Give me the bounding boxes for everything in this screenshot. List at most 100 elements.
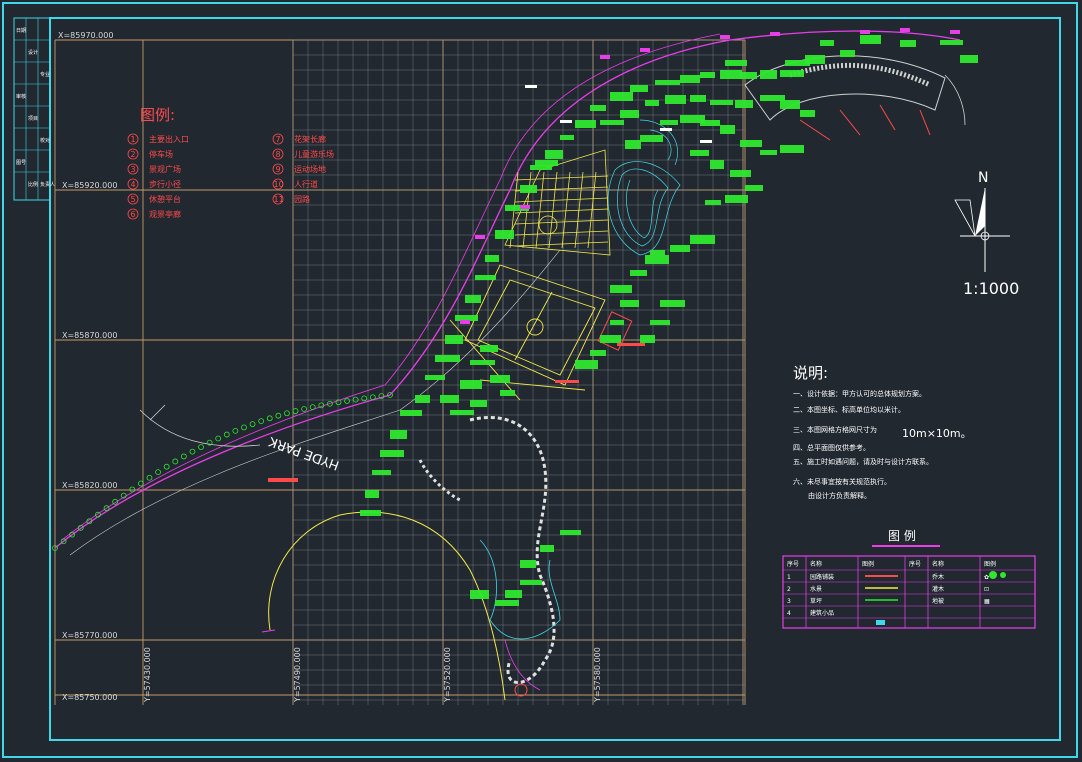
legend-item-label: 休憩平台 bbox=[149, 194, 181, 204]
title-block-cell: 审核 bbox=[16, 93, 26, 100]
symbol-table-header: 名称 bbox=[932, 560, 944, 568]
legend-item-number: 7 bbox=[276, 135, 281, 144]
legend-item-label: 主要出入口 bbox=[149, 134, 189, 144]
title-block-cell: 图号 bbox=[16, 160, 26, 166]
site-plan[interactable]: HYDE PARK bbox=[52, 28, 979, 701]
note-line: 四、总平面图仅供参考。 bbox=[793, 443, 870, 452]
legend-item-number: 11 bbox=[274, 195, 284, 204]
title-block-cell: 项目 bbox=[28, 116, 38, 122]
x-coordinate-label: X=85970.000 bbox=[58, 31, 113, 40]
symbol-table-cell: ✿ bbox=[984, 574, 989, 581]
symbol-table-header: 图例 bbox=[984, 560, 996, 568]
legend-item-label: 景观广场 bbox=[149, 164, 181, 174]
title-block-cell: 负责人 bbox=[40, 181, 55, 188]
y-coordinate-label: Y=57430.000 bbox=[143, 647, 152, 703]
legend-title: 图例: bbox=[140, 106, 175, 124]
y-coordinate-label: Y=57490.000 bbox=[293, 647, 302, 703]
legend-item: 1 主要出入口 bbox=[127, 133, 189, 145]
legend-item: 11 园路 bbox=[272, 193, 310, 205]
legend-item-number: 9 bbox=[276, 165, 281, 174]
legend-item: 8 儿童游乐场 bbox=[272, 148, 334, 160]
vegetation-layer bbox=[52, 28, 978, 606]
title-block-cell: 比例 bbox=[28, 181, 38, 188]
x-coordinate-label: X=85770.000 bbox=[62, 631, 117, 640]
cad-drawing-canvas[interactable]: 日期设计专业审核项目校对图号比例 负责人 X=85970.000 X=85920.0… bbox=[0, 0, 1082, 762]
boundary-arc bbox=[268, 511, 506, 701]
legend-item-number: 5 bbox=[131, 195, 136, 204]
legend-panel: 图例: 1 主要出入口 2 停车场 3 景观广场 4 步行小径 5 休憩平台 6 观景亭廊 7 花架长廊 8… bbox=[127, 106, 334, 220]
legend-item-label: 运动场地 bbox=[294, 164, 326, 174]
notes-title: 说明: bbox=[793, 364, 828, 382]
y-coordinate-label: Y=57580.000 bbox=[593, 647, 602, 703]
symbol-table-cell: 2 bbox=[787, 586, 791, 593]
x-coordinate-label: X=85870.000 bbox=[62, 331, 117, 340]
symbol-table-cell: 草坪 bbox=[810, 597, 822, 605]
legend-item-number: 2 bbox=[131, 150, 136, 159]
symbol-table-title: 图 例 bbox=[888, 529, 916, 543]
symbol-table-header: 名称 bbox=[810, 560, 822, 568]
coordinate-labels: X=85970.000 X=85920.000 X=85870.000 X=85820… bbox=[58, 31, 602, 703]
symbol-table-cell: 灌木 bbox=[932, 585, 944, 593]
legend-item-number: 1 bbox=[131, 135, 136, 144]
legend-item-label: 人行道 bbox=[294, 179, 318, 189]
notes-panel: 说明: 一、设计依据：甲方认可的总体规划方案。二、本图坐标、标高单位均以米计。三… bbox=[793, 364, 972, 500]
north-arrow: N 1:1000 bbox=[954, 170, 1019, 298]
symbol-table-header: 序号 bbox=[909, 560, 921, 568]
legend-item-label: 儿童游乐场 bbox=[294, 149, 334, 159]
legend-item: 10 人行道 bbox=[272, 178, 318, 190]
boundary-arc-end bbox=[261, 629, 276, 633]
legend-item: 6 观景亭廊 bbox=[127, 208, 181, 220]
fountain[interactable] bbox=[514, 683, 528, 697]
legend-item-number: 4 bbox=[131, 180, 136, 189]
legend-item: 9 运动场地 bbox=[272, 163, 326, 175]
note-line: 五、施工时如遇问题，请及时与设计方联系。 bbox=[793, 457, 933, 466]
grid-size-note: 10m×10m。 bbox=[902, 427, 972, 440]
road-branch-end bbox=[149, 404, 166, 421]
title-block: 日期设计专业审核项目校对图号比例 负责人 bbox=[13, 17, 55, 201]
note-line: 三、本图网格方格网尺寸为 bbox=[793, 425, 877, 434]
symbol-table-cell: 水景 bbox=[810, 585, 822, 593]
note-line: 六、未尽事宜按有关规范执行。 bbox=[793, 477, 891, 486]
symbol-table-header: 序号 bbox=[787, 560, 799, 568]
title-block-cell: 专业 bbox=[40, 71, 50, 78]
symbol-table-header: 图例 bbox=[862, 560, 874, 568]
symbol-table-cell: 地被 bbox=[932, 597, 944, 605]
legend-item-label: 观景亭廊 bbox=[149, 209, 181, 219]
legend-item-number: 3 bbox=[131, 165, 136, 174]
note-line: 一、设计依据：甲方认可的总体规划方案。 bbox=[793, 389, 926, 398]
symbol-table-cell: 乔木 bbox=[932, 573, 944, 581]
title-block-cell: 设计 bbox=[28, 49, 38, 56]
legend-item-number: 10 bbox=[274, 180, 284, 189]
legend-item: 7 花架长廊 bbox=[272, 133, 326, 145]
legend-item-label: 步行小径 bbox=[149, 179, 181, 189]
x-coordinate-label: X=85920.000 bbox=[62, 181, 117, 190]
park-label: HYDE PARK bbox=[267, 433, 342, 472]
symbol-table-cell: 1 bbox=[787, 574, 791, 581]
legend-item-label: 园路 bbox=[294, 194, 310, 204]
note-line: 二、本图坐标、标高单位均以米计。 bbox=[793, 405, 905, 414]
north-label: N bbox=[978, 170, 988, 186]
symbol-table: 图 例 序号 名称 图例 序号 名称 图例 1 园路铺装 乔木 ✿ 2 水景 灌木 ⊡ 3 草坪 地被 ▦ 4 建筑小… bbox=[782, 529, 1036, 629]
title-block-cell: 日期 bbox=[16, 28, 26, 34]
x-coordinate-label: X=85750.000 bbox=[62, 693, 117, 702]
legend-item-number: 6 bbox=[131, 210, 136, 219]
y-coordinate-label: Y=57520.000 bbox=[443, 647, 452, 703]
legend-item-label: 花架长廊 bbox=[294, 134, 326, 144]
stepping-stone-branch bbox=[418, 459, 461, 502]
x-coordinate-label: X=85820.000 bbox=[62, 481, 117, 490]
title-block-cell: 校对 bbox=[40, 137, 50, 144]
symbol-table-cell: 3 bbox=[787, 598, 791, 605]
legend-item: 2 停车场 bbox=[127, 148, 173, 160]
legend-item: 4 步行小径 bbox=[127, 178, 181, 190]
symbol-table-cell: 园路铺装 bbox=[810, 573, 834, 581]
legend-item: 5 休憩平台 bbox=[127, 193, 181, 205]
legend-item: 3 景观广场 bbox=[127, 163, 181, 175]
legend-item-label: 停车场 bbox=[149, 149, 173, 159]
legend-item-number: 8 bbox=[276, 150, 281, 159]
symbol-table-cell: 4 bbox=[787, 610, 791, 617]
note-extra: 由设计方负责解释。 bbox=[808, 491, 871, 500]
road-edge-outer bbox=[54, 30, 961, 549]
symbol-table-cell: 建筑小品 bbox=[810, 609, 834, 617]
symbol-table-cell: ▦ bbox=[984, 598, 990, 605]
road-branch bbox=[139, 409, 261, 447]
